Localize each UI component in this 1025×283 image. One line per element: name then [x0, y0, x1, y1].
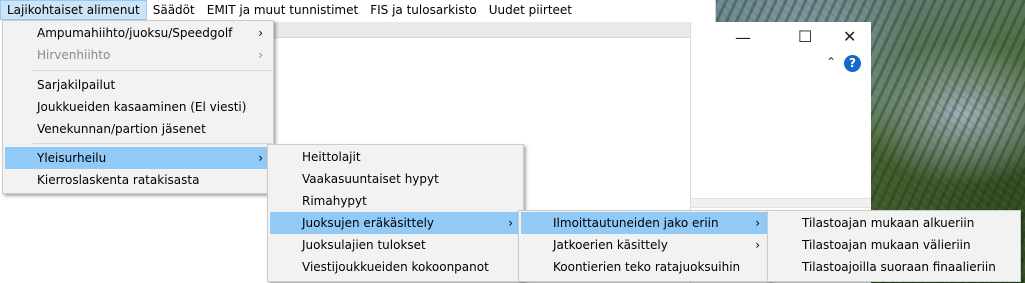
menu-item-label: Tilastoajan mukaan alkueriin: [802, 216, 975, 230]
menu-item-label: Tilastoajoilla suoraan finaalieriin: [802, 260, 996, 274]
menubar-item-lajikohtaiset[interactable]: Lajikohtaiset alimenut: [0, 0, 147, 20]
menu-ilmoittautuneiden-jako: Tilastoajan mukaan alkueriin Tilastoajan…: [767, 210, 1021, 282]
menu-item-tilastoajoilla-finaalieriin[interactable]: Tilastoajoilla suoraan finaalieriin: [770, 256, 1018, 278]
close-icon[interactable]: ✕: [843, 27, 856, 46]
menu-juoksujen-erakasittely: Ilmoittautuneiden jako eriin › Jatkoerie…: [518, 210, 771, 282]
menubar-item-fis[interactable]: FIS ja tulosarkisto: [364, 0, 482, 20]
minimize-icon[interactable]: —: [735, 28, 751, 47]
menu-separator: [33, 143, 271, 144]
menu-item-sarjakilpailut[interactable]: Sarjakilpailut: [5, 74, 271, 96]
help-icon[interactable]: ?: [844, 55, 861, 72]
menu-item-jatkoerien[interactable]: Jatkoerien käsittely ›: [521, 234, 768, 256]
dialog-divider: [691, 198, 871, 208]
menu-item-label: Ampumahiihto/juoksu/Speedgolf: [37, 26, 233, 40]
maximize-icon[interactable]: ☐: [798, 27, 812, 46]
submenu-arrow-icon: ›: [258, 48, 263, 62]
submenu-arrow-icon: ›: [755, 238, 760, 252]
menubar-item-uudet-piirteet[interactable]: Uudet piirteet: [483, 0, 578, 20]
menu-item-venekunnan[interactable]: Venekunnan/partion jäsenet: [5, 118, 271, 140]
menu-item-label: Venekunnan/partion jäsenet: [37, 122, 206, 136]
menu-item-label: Koontierien teko ratajuoksuihin: [553, 260, 741, 274]
menu-item-label: Yleisurheilu: [37, 151, 107, 165]
menu-item-tilastoajan-alkueriin[interactable]: Tilastoajan mukaan alkueriin: [770, 212, 1018, 234]
menu-item-label: Vaakasuuntaiset hypyt: [302, 172, 439, 186]
menu-item-tilastoajan-valieriin[interactable]: Tilastoajan mukaan välieriin: [770, 234, 1018, 256]
menu-item-juoksulajien-tulokset[interactable]: Juoksulajien tulokset: [270, 234, 521, 256]
chevron-up-icon[interactable]: ⌃: [826, 55, 836, 69]
menu-item-label: Hirvenhiihto: [37, 48, 111, 62]
menu-item-label: Joukkueiden kasaaminen (El viesti): [37, 100, 247, 114]
menubar-item-emit[interactable]: EMIT ja muut tunnistimet: [201, 0, 364, 20]
menu-item-label: Ilmoittautuneiden jako eriin: [553, 216, 719, 230]
submenu-arrow-icon: ›: [258, 26, 263, 40]
menu-item-label: Juoksulajien tulokset: [302, 238, 426, 252]
menu-item-viestijoukkueiden[interactable]: Viestijoukkueiden kokoonpanot: [270, 256, 521, 278]
menu-item-label: Heittolajit: [302, 150, 361, 164]
submenu-arrow-icon: ›: [755, 216, 760, 230]
menu-item-juoksujen-erakasittely[interactable]: Juoksujen eräkäsittely ›: [270, 212, 521, 234]
menubar-item-saadot[interactable]: Säädöt: [147, 0, 201, 20]
menu-item-ampumahiihto[interactable]: Ampumahiihto/juoksu/Speedgolf ›: [5, 22, 271, 44]
menu-separator: [33, 70, 271, 71]
menu-item-joukkueiden-kasaaminen[interactable]: Joukkueiden kasaaminen (El viesti): [5, 96, 271, 118]
menu-item-label: Rimahypyt: [302, 194, 367, 208]
menu-item-ilmoittautuneiden[interactable]: Ilmoittautuneiden jako eriin ›: [521, 212, 768, 234]
menu-item-hirvenhiihto: Hirvenhiihto ›: [5, 44, 271, 66]
menu-item-kierroslaskenta[interactable]: Kierroslaskenta ratakisasta: [5, 169, 271, 191]
menu-item-vaakasuuntaiset[interactable]: Vaakasuuntaiset hypyt: [270, 168, 521, 190]
menu-item-label: Juoksujen eräkäsittely: [302, 216, 435, 230]
menu-item-label: Kierroslaskenta ratakisasta: [37, 173, 200, 187]
menu-item-label: Jatkoerien käsittely: [553, 238, 668, 252]
menu-yleisurheilu: Heittolajit Vaakasuuntaiset hypyt Rimahy…: [267, 144, 524, 282]
submenu-arrow-icon: ›: [258, 151, 263, 165]
menubar: Lajikohtaiset alimenut Säädöt EMIT ja mu…: [0, 0, 715, 21]
list-header: [250, 22, 698, 38]
menu-item-label: Sarjakilpailut: [37, 78, 116, 92]
menu-item-rimahypyt[interactable]: Rimahypyt: [270, 190, 521, 212]
menu-item-heittolajit[interactable]: Heittolajit: [270, 146, 521, 168]
submenu-arrow-icon: ›: [508, 216, 513, 230]
menu-item-label: Tilastoajan mukaan välieriin: [802, 238, 971, 252]
menu-item-label: Viestijoukkueiden kokoonpanot: [302, 260, 489, 274]
menu-item-yleisurheilu[interactable]: Yleisurheilu ›: [5, 147, 271, 169]
menu-item-koontierien[interactable]: Koontierien teko ratajuoksuihin: [521, 256, 768, 278]
menu-lajikohtaiset: Ampumahiihto/juoksu/Speedgolf › Hirvenhi…: [2, 20, 274, 194]
